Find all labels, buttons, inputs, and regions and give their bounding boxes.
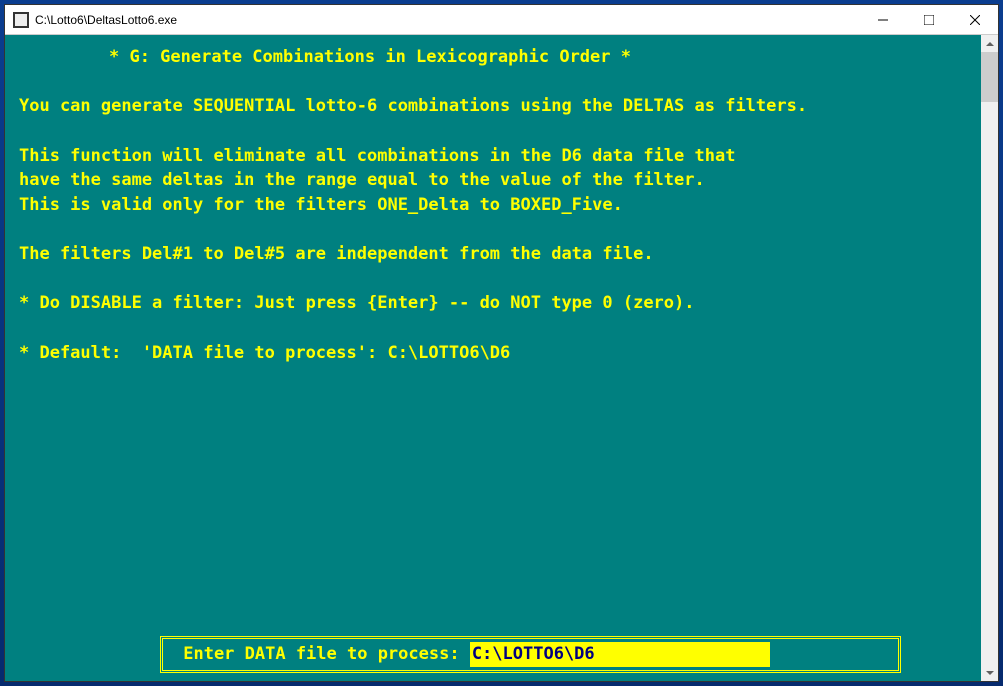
scroll-thumb[interactable]: [981, 52, 998, 102]
console-text: This is valid only for the filters ONE_D…: [19, 193, 967, 218]
vertical-scrollbar[interactable]: [981, 35, 998, 681]
close-button[interactable]: [952, 5, 998, 34]
scroll-down-button[interactable]: [981, 664, 998, 681]
console-text: The filters Del#1 to Del#5 are independe…: [19, 242, 967, 267]
app-icon: [13, 12, 29, 28]
console-text: have the same deltas in the range equal …: [19, 168, 967, 193]
console-text: This function will eliminate all combina…: [19, 144, 967, 169]
app-window: C:\Lotto6\DeltasLotto6.exe * G: Generate…: [4, 4, 999, 682]
scroll-up-button[interactable]: [981, 35, 998, 52]
input-prompt-label: Enter DATA file to process:: [173, 642, 470, 667]
console-text: You can generate SEQUENTIAL lotto-6 comb…: [19, 94, 967, 119]
window-controls: [860, 5, 998, 34]
console-header: * G: Generate Combinations in Lexicograp…: [109, 45, 967, 70]
input-prompt-box: Enter DATA file to process: C:\LOTTO6\D6: [160, 636, 901, 673]
data-file-input[interactable]: C:\LOTTO6\D6: [470, 642, 770, 667]
console-output[interactable]: * G: Generate Combinations in Lexicograp…: [5, 35, 981, 681]
window-title: C:\Lotto6\DeltasLotto6.exe: [35, 13, 860, 27]
minimize-button[interactable]: [860, 5, 906, 34]
maximize-button[interactable]: [906, 5, 952, 34]
console-area: * G: Generate Combinations in Lexicograp…: [5, 35, 998, 681]
titlebar[interactable]: C:\Lotto6\DeltasLotto6.exe: [5, 5, 998, 35]
console-text: * Do DISABLE a filter: Just press {Enter…: [19, 291, 967, 316]
console-text: * Default: 'DATA file to process': C:\LO…: [19, 341, 967, 366]
